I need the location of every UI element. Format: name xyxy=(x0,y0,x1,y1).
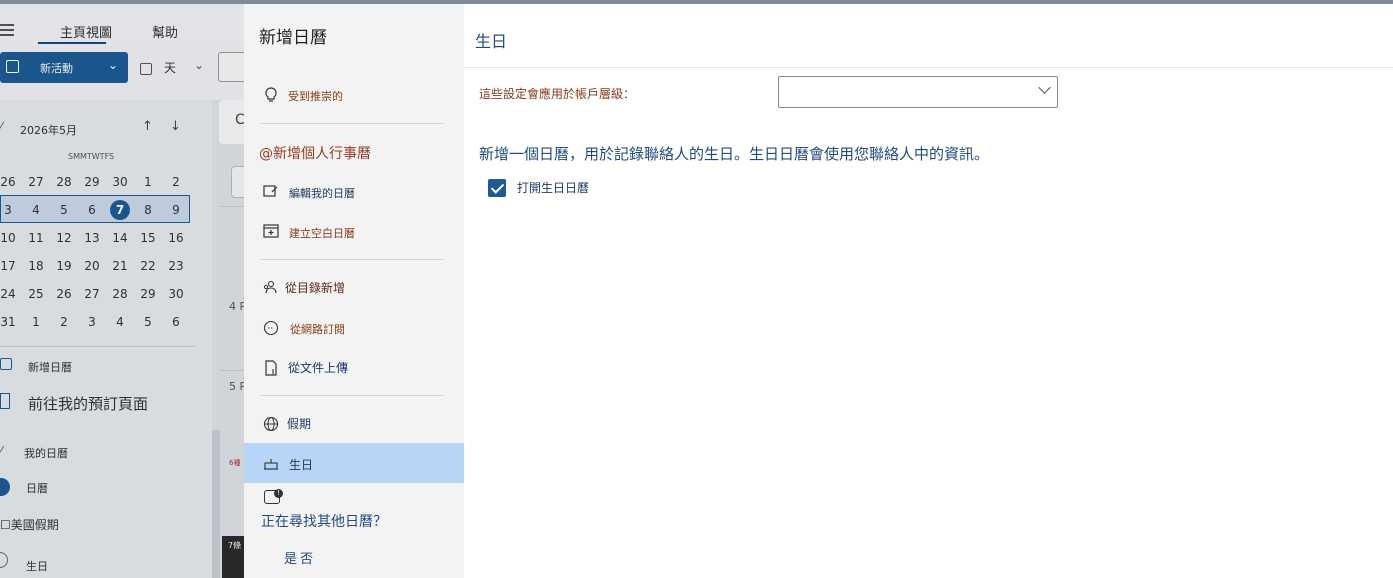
nav-item-edit-my-calendar[interactable]: 編輯我的日曆 xyxy=(244,171,464,211)
nav-item-birthday[interactable]: 生日 xyxy=(244,443,464,483)
no-button[interactable]: 否 xyxy=(300,548,313,567)
birthday-calendar-checkbox-label[interactable]: 打開生日日曆 xyxy=(517,179,589,196)
nav-item-from-directory[interactable]: 從目錄新增 xyxy=(244,267,464,307)
nav-item-holidays[interactable]: 假期 xyxy=(244,403,464,443)
people-icon xyxy=(263,280,279,296)
add-personal-calendar-heading: @新增個人行事曆 xyxy=(259,146,371,162)
divider xyxy=(260,259,444,260)
nav-item-upload-file[interactable]: 從文件上傳 xyxy=(244,347,464,387)
nav-item-subscribe-web[interactable]: 從網路訂閱 xyxy=(244,307,464,347)
nav-label: 假期 xyxy=(287,417,312,431)
nav-label: 受到推崇的 xyxy=(288,90,343,103)
cake-icon xyxy=(263,456,279,472)
nav-item-create-blank[interactable]: 建立空白日曆 xyxy=(244,211,464,251)
dialog-nav-pane: 新增日曆 受到推崇的 @新增個人行事曆 編輯我的日曆 建立空白日曆 從目錄新增 … xyxy=(244,4,464,578)
nav-label: 從目錄新增 xyxy=(285,281,346,295)
birthday-calendar-checkbox[interactable] xyxy=(488,179,506,197)
nav-item-recommended[interactable]: 受到推崇的 xyxy=(244,74,464,114)
nav-label: 從文件上傳 xyxy=(288,361,349,375)
link-icon xyxy=(263,320,279,336)
edit-icon xyxy=(263,184,279,200)
nav-label: 從網路訂閱 xyxy=(290,323,345,336)
looking-for-other-calendars: 正在尋找其他日曆？ xyxy=(261,514,387,530)
dialog-title: 新增日曆 xyxy=(259,28,327,48)
account-level-setting-label: 這些設定會應用於帳戶層級： xyxy=(479,87,636,101)
divider xyxy=(260,395,444,396)
nav-label: 編輯我的日曆 xyxy=(289,187,355,200)
birthday-description: 新增一個日曆，用於記錄聯絡人的生日。生日日曆會使用您聯絡人中的資訊。 xyxy=(479,145,990,163)
calendar-add-icon xyxy=(263,224,279,240)
lightbulb-icon xyxy=(263,87,279,103)
chevron-down-icon xyxy=(1038,81,1051,94)
yes-button[interactable]: 是 xyxy=(284,548,297,567)
file-upload-icon xyxy=(263,360,279,376)
content-title: 生日 xyxy=(475,32,508,51)
globe-icon xyxy=(263,416,279,432)
info-badge-icon: ! xyxy=(274,489,283,498)
divider xyxy=(260,123,444,124)
nav-label: 建立空白日曆 xyxy=(289,227,355,240)
nav-label: 生日 xyxy=(289,458,314,472)
add-calendar-dialog: 新增日曆 受到推崇的 @新增個人行事曆 編輯我的日曆 建立空白日曆 從目錄新增 … xyxy=(244,4,1393,578)
account-select[interactable] xyxy=(778,76,1058,108)
divider xyxy=(464,67,1393,68)
